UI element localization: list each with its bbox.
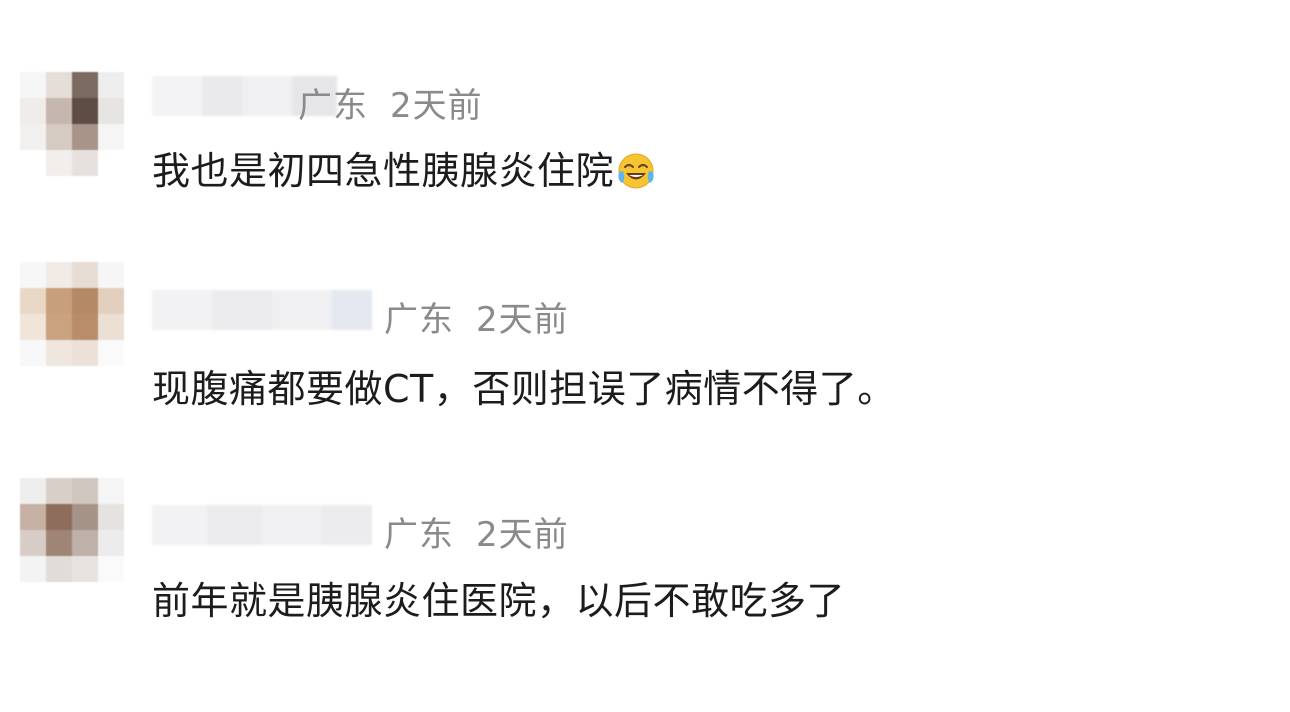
comment-item-3: 广东 2天前 前年就是胰腺炎住医院，以后不敢吃多了 (0, 0, 1290, 623)
comment-text: 现腹痛都要做CT，否则担误了病情不得了。 (152, 358, 896, 413)
avatar-pixel (46, 262, 72, 288)
avatar-pixel (46, 478, 72, 504)
avatar-pixel (98, 340, 124, 366)
username-blurred[interactable] (152, 505, 372, 545)
comment-body: 现腹痛都要做CT，否则担误了病情不得了。 (152, 367, 896, 411)
avatar-pixel (20, 340, 46, 366)
comment-meta: 广东 2天前 (384, 292, 569, 341)
avatar-pixel (98, 504, 124, 530)
avatar-pixel (98, 478, 124, 504)
avatar-pixel (46, 504, 72, 530)
avatar-pixel (20, 530, 46, 556)
avatar-pixel (72, 288, 98, 314)
avatar-pixel (98, 314, 124, 340)
avatar-pixel (46, 288, 72, 314)
timestamp: 2天前 (476, 515, 569, 555)
avatar-pixel (46, 340, 72, 366)
avatar-pixel (72, 504, 98, 530)
comment-text: 前年就是胰腺炎住医院，以后不敢吃多了 (152, 570, 845, 625)
location-label: 广东 (384, 300, 454, 340)
avatar-pixel (98, 556, 124, 582)
avatar-pixel (72, 314, 98, 340)
avatar-pixel (20, 288, 46, 314)
username-blurred[interactable] (152, 290, 372, 330)
avatar-pixel (72, 478, 98, 504)
avatar-pixel (46, 314, 72, 340)
avatar-pixel (20, 556, 46, 582)
avatar-pixel (20, 262, 46, 288)
avatar-pixel (98, 262, 124, 288)
avatar-pixel (20, 504, 46, 530)
avatar-pixel (20, 478, 46, 504)
avatar-pixel (72, 340, 98, 366)
avatar-pixel (72, 530, 98, 556)
avatar-pixel (98, 530, 124, 556)
location-label: 广东 (384, 515, 454, 555)
comment-body: 前年就是胰腺炎住医院，以后不敢吃多了 (152, 579, 846, 623)
avatar[interactable] (20, 262, 124, 366)
avatar-pixel (46, 530, 72, 556)
avatar-pixel (98, 288, 124, 314)
timestamp: 2天前 (476, 300, 569, 340)
avatar-pixel (72, 556, 98, 582)
comment-meta: 广东 2天前 (384, 507, 569, 556)
avatar-pixel (20, 314, 46, 340)
avatar-pixel (46, 556, 72, 582)
avatar-pixel (72, 262, 98, 288)
avatar[interactable] (20, 478, 124, 582)
